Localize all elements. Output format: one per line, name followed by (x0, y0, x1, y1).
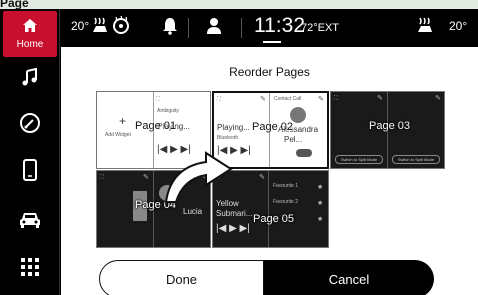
favourite-1[interactable]: Favourite 1 (273, 183, 298, 189)
heated-seat-passenger-icon[interactable] (416, 16, 434, 37)
split-mode-button-left[interactable]: Switch to Split Mode (335, 155, 383, 164)
sidebar-item-apps[interactable] (4, 249, 56, 289)
apps-grid-icon (21, 257, 39, 281)
passenger-temp[interactable]: 20° (449, 19, 467, 33)
page-01-label: Page 01 (135, 120, 176, 132)
contact-last-name: Pel... (284, 135, 303, 144)
edit-pencil-icon[interactable]: ✎ (260, 95, 266, 103)
add-widget-plus-icon: + (119, 114, 127, 128)
page-02-label: Page 02 (252, 121, 293, 133)
sidebar-item-media[interactable] (4, 59, 56, 99)
tile-small-text: Contact Call (274, 96, 302, 102)
sidebar-item-phone[interactable] (4, 152, 56, 192)
exterior-temp: 72°EXT (301, 22, 340, 34)
done-button[interactable]: Done (99, 260, 264, 295)
reorder-arrow-icon (164, 151, 233, 203)
status-bar: 20° 11:32 72°EXT 20° (61, 9, 478, 47)
sidebar-item-home[interactable]: Home (3, 11, 57, 57)
clock[interactable]: 11:32 (254, 14, 305, 38)
edit-pencil-icon[interactable]: ✎ (377, 94, 383, 102)
star-icon[interactable]: ★ (317, 215, 323, 223)
sidebar-item-vehicle[interactable] (4, 201, 56, 241)
page-tile-03[interactable]: ⛶ ✎ ✎ Switch to Split Mode Switch to Spl… (330, 91, 445, 169)
infotainment-screen: Home 20° 11:32 72°EXT 20° Reorder Pages … (0, 9, 478, 295)
driver-temp[interactable]: 20° (71, 19, 89, 33)
split-mode-button-right[interactable]: Switch to Split Mode (392, 155, 440, 164)
clock-handle (263, 41, 281, 43)
contact-name: Lucia (183, 207, 203, 216)
music-note-icon (21, 67, 39, 91)
star-icon[interactable]: ★ (317, 199, 323, 207)
sidebar: Home (0, 9, 60, 295)
page-title: Reorder Pages (229, 65, 310, 79)
status-divider (241, 18, 242, 38)
page-05-label: Page 05 (253, 213, 294, 225)
song-artist: Submari... (216, 209, 253, 218)
page-03-label: Page 03 (369, 120, 410, 132)
media-controls: |◀ ▶ ▶| (216, 223, 250, 234)
user-profile-icon[interactable] (207, 17, 221, 38)
status-divider (188, 18, 189, 38)
add-widget-text: Add Widget (105, 132, 131, 138)
gauge-icon (19, 112, 41, 139)
car-icon (19, 210, 41, 233)
tile-small-text: Ambiguity (157, 108, 179, 114)
sidebar-item-comfort[interactable] (4, 105, 56, 145)
page-label: Page (0, 0, 478, 10)
cancel-button[interactable]: Cancel (264, 260, 434, 295)
star-icon[interactable]: ★ (317, 183, 323, 191)
heated-steering-icon[interactable] (111, 15, 131, 38)
expand-icon: ⛶ (156, 96, 160, 102)
favourite-2[interactable]: Favourite 2 (273, 199, 298, 205)
bluetooth-text: Bluetooth (217, 135, 239, 141)
notification-bell-icon[interactable] (162, 17, 178, 38)
edit-pencil-icon[interactable]: ✎ (259, 173, 265, 181)
edit-pencil-icon[interactable]: ✎ (435, 94, 441, 102)
heated-seat-icon[interactable] (91, 16, 109, 37)
edit-pencil-icon[interactable]: ✎ (143, 173, 149, 181)
home-label: Home (16, 39, 44, 50)
phone-icon (23, 158, 37, 186)
home-icon (22, 18, 38, 38)
tile-playing-text: Playing... (217, 123, 250, 132)
call-button[interactable] (296, 149, 312, 157)
expand-icon: ⛶ (100, 174, 104, 180)
expand-icon: ⛶ (334, 95, 338, 101)
expand-icon: ⛶ (217, 96, 221, 102)
edit-pencil-icon[interactable]: ✎ (318, 95, 324, 103)
reorder-pages-panel: Reorder Pages + Add Widget ⛶ Ambiguity P… (61, 47, 478, 295)
